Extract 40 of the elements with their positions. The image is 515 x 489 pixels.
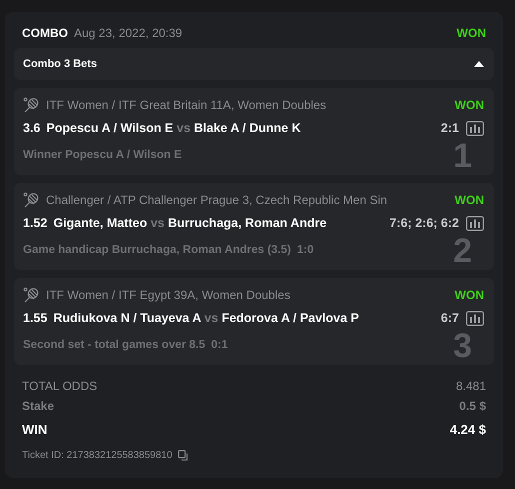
- result-status: WON: [454, 287, 484, 304]
- ticket-id: Ticket ID: 2173832125583859810: [22, 449, 172, 463]
- tennis-racket-icon: [23, 287, 39, 303]
- odds-value: 3.6: [23, 120, 40, 137]
- match-teams: Rudiukova N / Tuayeva A vs Fedorova A / Pavlova P: [53, 310, 360, 327]
- result-status: WON: [454, 97, 484, 114]
- odds-value: 1.52: [23, 214, 48, 232]
- league-name: ITF Women / ITF Egypt 39A, Women Doubles: [46, 287, 292, 304]
- tennis-racket-icon: [23, 97, 39, 113]
- match-score: 7:6; 2:6; 6:2: [390, 214, 459, 232]
- bet-date: Aug 23, 2022, 20:39: [74, 25, 182, 42]
- summary-label: Stake: [22, 398, 54, 414]
- copy-icon[interactable]: [178, 450, 190, 461]
- market-name: Second set - total games over 8.5: [23, 338, 206, 353]
- group-header[interactable]: Combo 3 Bets: [14, 48, 494, 80]
- match-teams: Popescu A / Wilson E vs Blake A / Dunne K: [46, 120, 302, 137]
- summary-value: 8.481: [456, 378, 486, 394]
- stats-icon[interactable]: [466, 310, 484, 326]
- market-score: 1:0: [296, 243, 314, 258]
- result-status: WON: [456, 25, 486, 42]
- summary-label: WIN: [22, 420, 48, 439]
- summary-value: 0.5 $: [459, 398, 486, 414]
- stats-icon[interactable]: [466, 216, 484, 230]
- odds-value: 1.55: [23, 310, 48, 327]
- league-name: ITF Women / ITF Great Britain 11A, Women Doubles: [46, 97, 328, 114]
- league-name: Challenger / ATP Challenger Prague 3, Czech Republic Men Sin: [46, 192, 388, 209]
- match-teams: Gigante, Matteo vs Burruchaga, Roman Andre: [53, 214, 328, 232]
- caret-icon: [474, 61, 484, 67]
- summary-value: 4.24 $: [450, 420, 486, 439]
- market-name: Game handicap Burruchaga, Roman Andres (3.5): [23, 243, 291, 258]
- market-name: Winner Popescu A / Wilson E: [23, 148, 182, 163]
- result-status: WON: [454, 192, 484, 209]
- group-title: Combo 3 Bets: [23, 56, 97, 72]
- stats-icon[interactable]: [466, 120, 484, 136]
- match-score: 6:7: [440, 310, 459, 327]
- summary-label: TOTAL ODDS: [22, 378, 98, 394]
- tennis-racket-icon: [23, 192, 39, 208]
- market-score: 0:1: [211, 338, 228, 353]
- bet-type: COMBO: [22, 25, 68, 42]
- match-score: 2:1: [440, 120, 459, 137]
